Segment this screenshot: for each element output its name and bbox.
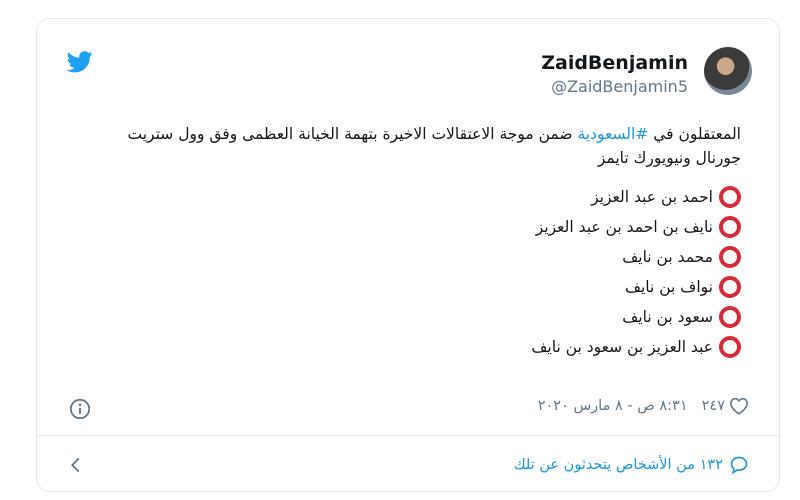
info-icon[interactable] bbox=[69, 398, 91, 420]
avatar[interactable] bbox=[704, 47, 752, 95]
list-item-name: محمد بن نايف bbox=[622, 248, 713, 266]
tweet-card: ZaidBenjamin @ZaidBenjamin5 المعتقلون في… bbox=[36, 18, 780, 492]
red-circle-emoji bbox=[719, 276, 741, 298]
red-circle-emoji bbox=[719, 306, 741, 328]
conversation-link[interactable]: ١٣٢ من الأشخاص يتحدثون عن تلك bbox=[514, 455, 749, 475]
red-circle-emoji bbox=[719, 246, 741, 268]
conversation-label[interactable]: ١٣٢ من الأشخاص يتحدثون عن تلك bbox=[514, 457, 723, 473]
display-name[interactable]: ZaidBenjamin bbox=[541, 52, 688, 74]
hashtag-link[interactable]: #السعودية bbox=[577, 125, 648, 143]
red-circle-emoji bbox=[719, 216, 741, 238]
list-item: محمد بن نايف bbox=[101, 242, 741, 272]
tweet-text: المعتقلون في #السعودية ضمن موجة الاعتقال… bbox=[101, 122, 741, 362]
list-item-name: نايف بن احمد بن عبد العزيز bbox=[535, 218, 713, 236]
red-circle-emoji bbox=[719, 186, 741, 208]
user-handle[interactable]: @ZaidBenjamin5 bbox=[541, 76, 688, 98]
tweet-text-before: المعتقلون في bbox=[648, 125, 741, 143]
list-item-name: سعود بن نايف bbox=[622, 308, 713, 326]
tweet-meta: ٢٤٧ ٨:٣١ ص - ٨ مارس ٢٠٢٠ bbox=[538, 397, 749, 415]
chevron-left-icon[interactable] bbox=[67, 456, 85, 474]
list-item-name: نواف بن نايف bbox=[624, 278, 713, 296]
list-item: عبد العزيز بن سعود بن نايف bbox=[101, 332, 741, 362]
detainee-list: احمد بن عبد العزيز نايف بن احمد بن عبد ا… bbox=[101, 182, 741, 362]
list-item-name: احمد بن عبد العزيز bbox=[591, 188, 713, 206]
list-item: نواف بن نايف bbox=[101, 272, 741, 302]
list-item: احمد بن عبد العزيز bbox=[101, 182, 741, 212]
tweet-intro: المعتقلون في #السعودية ضمن موجة الاعتقال… bbox=[101, 122, 741, 170]
author-block[interactable]: ZaidBenjamin @ZaidBenjamin5 bbox=[541, 52, 688, 98]
twitter-bird-icon[interactable] bbox=[67, 51, 93, 73]
heart-icon[interactable] bbox=[729, 397, 749, 415]
list-item: سعود بن نايف bbox=[101, 302, 741, 332]
red-circle-emoji bbox=[719, 336, 741, 358]
tweet-timestamp[interactable]: ٨:٣١ ص - ٨ مارس ٢٠٢٠ bbox=[538, 398, 688, 414]
speech-bubble-icon[interactable] bbox=[729, 455, 749, 475]
divider bbox=[37, 435, 779, 436]
list-item-name: عبد العزيز بن سعود بن نايف bbox=[531, 338, 713, 356]
like-count[interactable]: ٢٤٧ bbox=[702, 398, 725, 414]
list-item: نايف بن احمد بن عبد العزيز bbox=[101, 212, 741, 242]
